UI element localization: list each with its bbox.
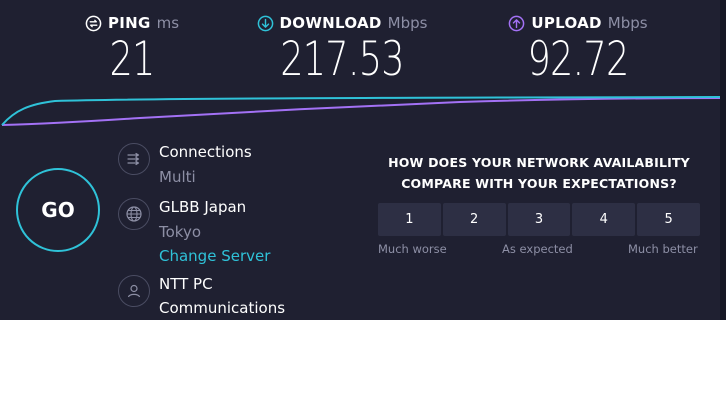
download-icon <box>257 15 273 31</box>
rating-scale: 1 2 3 4 5 <box>378 203 700 236</box>
change-server-link[interactable]: Change Server <box>159 245 270 267</box>
globe-icon <box>118 198 150 230</box>
upload-icon <box>509 15 525 31</box>
upload-graph-line <box>1 97 721 126</box>
rating-option-3[interactable]: 3 <box>507 203 571 236</box>
provider-name-line2: Communications <box>159 299 286 317</box>
connections-info: Connections Multi <box>118 141 348 191</box>
rating-option-5[interactable]: 5 <box>637 203 700 236</box>
upload-unit: Mbps <box>607 14 648 32</box>
speed-graph <box>1 96 721 126</box>
download-label: DOWNLOAD <box>279 14 382 32</box>
connections-icon <box>118 143 150 175</box>
rating-option-1[interactable]: 1 <box>378 203 441 236</box>
upload-value: 92.72 <box>527 32 629 87</box>
connections-value: Multi <box>159 168 196 186</box>
connections-label: Connections <box>159 143 252 161</box>
server-location: Tokyo <box>159 223 201 241</box>
ping-icon <box>85 15 102 31</box>
survey-question-line1: HOW DOES YOUR NETWORK AVAILABILITY <box>388 155 690 170</box>
user-icon <box>118 275 150 307</box>
rating-option-2[interactable]: 2 <box>442 203 506 236</box>
provider-name-line1: NTT PC <box>159 275 213 293</box>
rating-option-4[interactable]: 4 <box>572 203 636 236</box>
upload-metric: UPLOAD Mbps 92.72 <box>488 12 668 86</box>
rating-high-label: Much better <box>628 242 698 256</box>
window-edge <box>720 0 726 320</box>
ping-label: PING <box>107 14 151 32</box>
go-button[interactable]: GO <box>16 168 100 252</box>
survey-question-line2: COMPARE WITH YOUR EXPECTATIONS? <box>401 176 677 191</box>
provider-info: NTT PC Communications <box>118 273 348 320</box>
server-name: GLBB Japan <box>159 198 247 216</box>
download-metric: DOWNLOAD Mbps 217.53 <box>252 12 432 86</box>
ping-unit: ms <box>156 14 180 32</box>
rating-mid-label: As expected <box>502 242 573 256</box>
server-info: GLBB Japan Tokyo Change Server <box>118 196 348 268</box>
ping-value: 21 <box>109 32 155 87</box>
download-unit: Mbps <box>387 14 428 32</box>
rating-low-label: Much worse <box>378 242 447 256</box>
ping-metric: PING ms 21 <box>72 12 192 86</box>
upload-label: UPLOAD <box>531 14 602 32</box>
speedtest-panel: PING ms 21 DOWNLOAD Mbps 217.53 UPLOAD M… <box>0 0 726 320</box>
download-value: 217.53 <box>280 32 404 87</box>
survey-question: HOW DOES YOUR NETWORK AVAILABILITY COMPA… <box>378 152 700 194</box>
